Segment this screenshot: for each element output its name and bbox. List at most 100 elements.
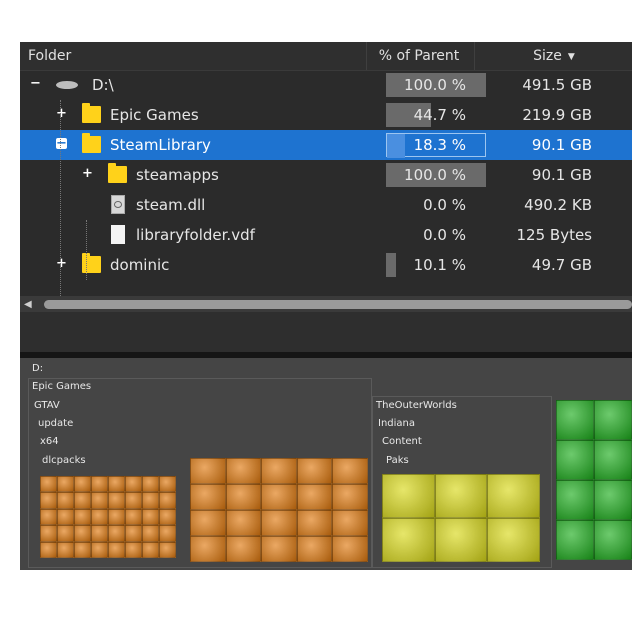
tree-row[interactable]: − SteamLibrary 18.3 % 90.1 GB — [20, 130, 632, 160]
treemap-tile — [382, 474, 435, 518]
treemap-tile — [190, 458, 226, 484]
treemap-tile — [296, 510, 333, 536]
row-size: 125 Bytes — [516, 226, 593, 244]
treemap-tile — [261, 484, 297, 510]
treemap-tile — [91, 492, 108, 509]
treemap-tile — [125, 476, 142, 493]
column-header-percent[interactable]: % of Parent — [366, 42, 471, 70]
row-percent: 44.7 % — [413, 106, 466, 124]
treemap-tile — [108, 541, 125, 558]
treemap-tile — [142, 492, 159, 509]
treemap-tile — [159, 492, 176, 509]
treemap-tile — [190, 484, 226, 510]
sort-descending-icon: ▼ — [567, 52, 575, 62]
treemap-tile — [91, 508, 108, 526]
treemap-tile — [556, 400, 594, 440]
treemap-tile — [159, 476, 176, 493]
treemap-tile — [108, 508, 125, 526]
row-name: steam.dll — [136, 196, 206, 214]
collapse-icon[interactable]: − — [30, 77, 41, 90]
row-name: D:\ — [92, 76, 114, 94]
tree-row[interactable]: + Epic Games 44.7 % 219.9 GB — [20, 100, 632, 130]
expand-icon[interactable]: + — [82, 167, 93, 180]
tree-row[interactable]: libraryfolder.vdf 0.0 % 125 Bytes — [20, 220, 632, 250]
collapse-icon[interactable]: − — [56, 137, 67, 150]
row-size: 90.1 GB — [531, 136, 592, 154]
treemap-tile — [142, 476, 159, 493]
treemap-tile — [261, 536, 297, 562]
treemap-tile — [40, 525, 57, 542]
row-name: Epic Games — [110, 106, 199, 124]
treemap-label: D: — [32, 363, 44, 374]
treemap-tile — [91, 525, 108, 542]
treemap-tile — [108, 525, 125, 542]
tree-guide-line — [60, 100, 61, 296]
treemap-tile — [487, 474, 540, 518]
folder-icon — [108, 163, 127, 183]
tree-row[interactable]: + dominic 10.1 % 49.7 GB — [20, 250, 632, 280]
treemap-tile — [159, 525, 176, 542]
treemap-tile — [594, 400, 632, 440]
column-header-folder[interactable]: Folder — [28, 48, 71, 64]
treemap-tile — [332, 458, 368, 484]
scroll-left-icon[interactable]: ◀ — [24, 299, 32, 310]
treemap-tile — [40, 541, 57, 558]
row-name: steamapps — [136, 166, 219, 184]
treemap-tile — [225, 484, 262, 510]
treemap-tile — [91, 476, 108, 493]
treemap-tile — [434, 518, 488, 562]
scrollbar-thumb[interactable] — [44, 300, 632, 309]
row-percent: 100.0 % — [404, 166, 466, 184]
treemap-tile — [57, 508, 74, 526]
treemap-tile — [74, 492, 91, 509]
expand-icon[interactable]: + — [56, 257, 67, 270]
treemap-tile — [108, 476, 125, 493]
size-label: Size — [533, 48, 562, 64]
row-name: dominic — [110, 256, 170, 274]
expand-icon[interactable]: + — [56, 107, 67, 120]
treemap-tile — [487, 518, 540, 562]
treemap-tile — [556, 480, 594, 520]
treemap-tile — [190, 536, 226, 562]
treemap-tile — [434, 474, 488, 518]
treemap-tile — [296, 458, 333, 484]
row-percent: 10.1 % — [413, 256, 466, 274]
drive-icon — [56, 81, 78, 89]
treemap-tile — [296, 536, 333, 562]
treemap-tile — [40, 508, 57, 526]
treemap-tile — [125, 541, 142, 558]
treemap-tile — [125, 525, 142, 542]
treemap-tile — [125, 492, 142, 509]
table-header: Folder % of Parent Size ▼ — [20, 42, 632, 71]
treemap-tile — [594, 520, 632, 560]
treemap-tile — [57, 541, 74, 558]
folder-icon — [82, 133, 101, 153]
dll-file-icon — [111, 195, 125, 214]
app-window: Folder % of Parent Size ▼ − D:\ 100.0 % 491.… — [20, 42, 632, 570]
row-percent: 0.0 % — [423, 226, 466, 244]
treemap-tile — [142, 525, 159, 542]
treemap-tile — [142, 541, 159, 558]
row-percent: 18.3 % — [413, 136, 466, 154]
treemap-tile — [332, 484, 368, 510]
horizontal-scrollbar[interactable]: ◀ — [20, 296, 632, 312]
treemap-tile — [125, 508, 142, 526]
tree-row[interactable]: − D:\ 100.0 % 491.5 GB — [20, 70, 632, 100]
tree-row[interactable]: + steamapps 100.0 % 90.1 GB — [20, 160, 632, 190]
file-icon — [111, 225, 125, 244]
row-name: SteamLibrary — [110, 136, 211, 154]
treemap-tile — [159, 508, 176, 526]
empty-panel — [20, 312, 632, 352]
column-header-size[interactable]: Size ▼ — [474, 42, 632, 70]
treemap-tile — [594, 440, 632, 480]
treemap-tile — [225, 536, 262, 562]
row-percent: 100.0 % — [404, 76, 466, 94]
treemap-view[interactable]: D: Epic Games GTAV update x64 dlcpacks TheOute… — [20, 358, 632, 570]
treemap-tile — [57, 476, 74, 493]
treemap-tile — [159, 541, 176, 558]
treemap-tile — [225, 510, 262, 536]
row-percent: 0.0 % — [423, 196, 466, 214]
tree-row[interactable]: steam.dll 0.0 % 490.2 KB — [20, 190, 632, 220]
treemap-tile — [74, 476, 91, 493]
folder-icon — [82, 103, 101, 123]
